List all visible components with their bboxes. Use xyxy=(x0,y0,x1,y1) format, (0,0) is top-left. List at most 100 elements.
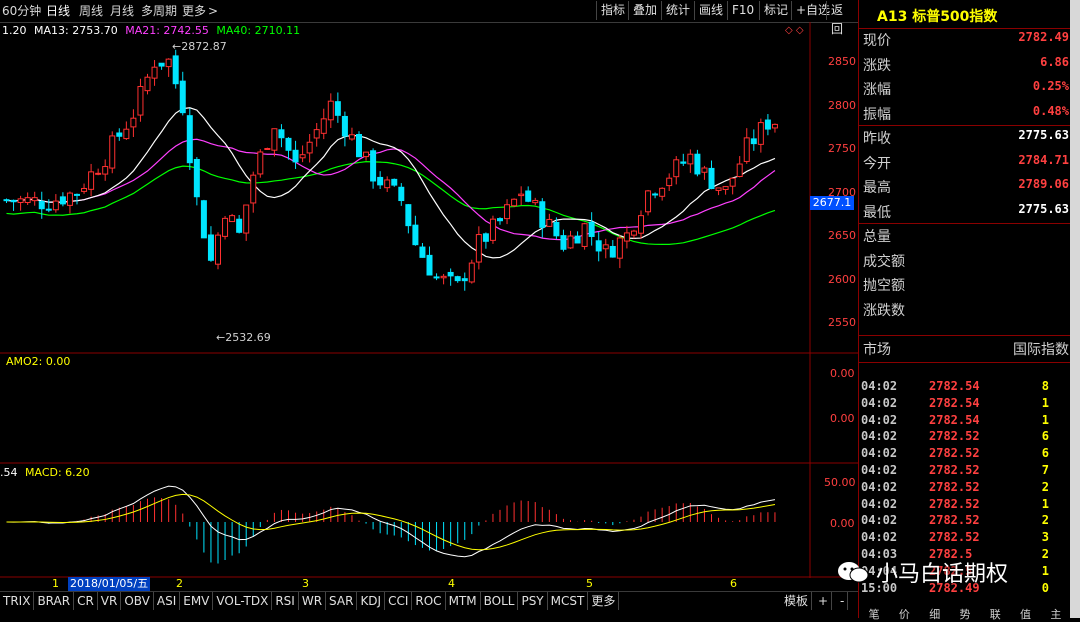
template-button[interactable]: 模板 xyxy=(781,592,813,610)
tick-row: 04:02 2782.52 6 xyxy=(861,446,1069,463)
tick-volume: 6 xyxy=(1041,429,1049,444)
candle-body xyxy=(454,276,461,282)
amo-axis-top: 0.00 xyxy=(830,367,855,380)
date-mark-1: 1 xyxy=(52,577,59,590)
indicator-tab[interactable]: OBV xyxy=(121,592,154,610)
panel-tab[interactable]: 势 xyxy=(950,606,980,621)
indicator-tab[interactable]: EMV xyxy=(180,592,214,610)
diamond-icon[interactable]: ◇ ◇ xyxy=(785,25,804,36)
tab-more[interactable]: 更多 xyxy=(182,2,206,20)
candle-body xyxy=(59,196,66,205)
overlay-button[interactable]: 叠加 xyxy=(628,1,661,20)
tick-price: 2782.54 xyxy=(929,395,980,410)
indicator-tabs: TRIX BRAR CR VR OBV ASI EMV VOL-TDX RSI WR SAR KDJ C… xyxy=(0,591,858,610)
candle-body xyxy=(588,221,595,237)
candle-body xyxy=(560,235,567,250)
tab-monthly[interactable]: 月线 xyxy=(110,2,134,20)
zoom-in-button[interactable]: + xyxy=(815,592,833,610)
quote-row: 最低 2775.63 xyxy=(863,202,1069,224)
indicator-tab[interactable]: KDJ xyxy=(357,592,386,610)
mark-button[interactable]: 标记 xyxy=(759,1,792,20)
tick-volume: 1 xyxy=(1041,412,1049,427)
quote-label: 最低 xyxy=(863,204,891,221)
indicator-tab[interactable]: BOLL xyxy=(481,592,519,610)
indicator-button[interactable]: 指标 xyxy=(596,1,629,20)
candle-body xyxy=(405,204,412,227)
candle-body xyxy=(602,244,609,250)
quote-value: 0.25% xyxy=(1032,79,1069,93)
tick-price: 2782.52 xyxy=(929,530,980,545)
candle-body xyxy=(229,215,236,223)
candle-body xyxy=(736,163,743,177)
panel-tab[interactable]: 值 xyxy=(1010,606,1040,621)
date-mark-6: 6 xyxy=(730,577,737,590)
candle-body xyxy=(511,198,518,207)
indicator-tab[interactable]: PSY xyxy=(518,592,548,610)
market-value: 国际指数 xyxy=(1013,342,1069,358)
candle-body xyxy=(440,275,447,279)
indicator-tab[interactable]: ASI xyxy=(154,592,181,610)
tick-time: 04:02 xyxy=(861,463,898,477)
indicator-tab[interactable]: ROC xyxy=(412,592,446,610)
panel-tab[interactable]: 主 xyxy=(1041,606,1071,621)
indicator-tab[interactable]: VR xyxy=(98,592,122,610)
candle-body xyxy=(243,204,250,234)
quote-row: 现价 2782.49 xyxy=(863,30,1069,52)
indicator-tab[interactable]: CR xyxy=(74,592,98,610)
tick-time: 04:02 xyxy=(861,379,898,393)
candle-body xyxy=(447,271,454,277)
ma40-line xyxy=(6,161,776,245)
stats-button[interactable]: 统计 xyxy=(661,1,694,20)
date-axis: 1 2018/01/05/五 2 3 4 5 6 xyxy=(0,577,858,591)
quote-row: 抛空额 xyxy=(863,275,1069,297)
more-arrow-icon[interactable]: > xyxy=(208,2,218,20)
candle-body xyxy=(313,129,320,139)
quote-label: 总量 xyxy=(863,229,891,245)
tab-multi-period[interactable]: 多周期 xyxy=(141,2,177,20)
current-price-marker: 2677.1 xyxy=(810,196,854,210)
draw-line-button[interactable]: 画线 xyxy=(694,1,727,20)
candle-body xyxy=(595,240,602,252)
period-selector[interactable]: 60分钟 xyxy=(2,2,41,20)
amo-axis-bottom: 0.00 xyxy=(830,412,855,425)
indicator-tab[interactable]: RSI xyxy=(272,592,299,610)
candle-body xyxy=(553,221,560,237)
indicator-tab[interactable]: WR xyxy=(299,592,327,610)
back-button[interactable]: 返回 xyxy=(826,1,858,36)
indicator-tab[interactable]: TRIX xyxy=(0,592,35,610)
tab-daily[interactable]: 日线 xyxy=(46,2,70,20)
candle-body xyxy=(708,167,715,190)
tick-time: 04:02 xyxy=(861,429,898,444)
tab-weekly[interactable]: 周线 xyxy=(79,2,103,20)
f10-button[interactable]: F10 xyxy=(727,1,758,20)
indicator-tab[interactable]: BRAR xyxy=(34,592,75,610)
indicator-tab[interactable]: VOL-TDX xyxy=(213,592,273,610)
quote-label: 成交额 xyxy=(863,253,905,270)
tick-volume: 7 xyxy=(1041,463,1049,477)
candle-body xyxy=(468,262,475,283)
candle-body xyxy=(165,58,172,68)
quote-label: 涨跌数 xyxy=(863,302,905,319)
quote-label: 抛空额 xyxy=(863,278,905,294)
panel-tab[interactable]: 价 xyxy=(889,606,919,621)
indicator-tab[interactable]: MCST xyxy=(548,592,589,610)
candle-body xyxy=(356,134,362,158)
indicator-tab[interactable]: MTM xyxy=(446,592,481,610)
indicator-tab[interactable]: 更多 xyxy=(588,592,620,610)
candle-body xyxy=(546,218,553,227)
tick-price: 2782.54 xyxy=(929,412,980,427)
tick-volume: 1 xyxy=(1041,496,1049,511)
panel-tab[interactable]: 联 xyxy=(980,606,1010,621)
quote-value: 2775.63 xyxy=(1018,128,1069,142)
macd-dif-line xyxy=(6,485,776,558)
amo-label: AMO2: 0.00 xyxy=(6,355,71,368)
panel-tab[interactable]: 笔 xyxy=(859,606,889,621)
zoom-out-button[interactable]: - xyxy=(837,592,849,610)
price-tick-2550: 2550 xyxy=(828,316,856,329)
panel-tab[interactable]: 细 xyxy=(920,606,950,621)
candle-body xyxy=(750,138,757,145)
chart-area[interactable]: 1.20 MA13: 2753.70 MA21: 2742.55 MA40: 2… xyxy=(0,22,858,578)
kline-chart[interactable] xyxy=(0,22,858,578)
indicator-tab[interactable]: SAR xyxy=(326,592,358,610)
indicator-tab[interactable]: CCI xyxy=(385,592,413,610)
